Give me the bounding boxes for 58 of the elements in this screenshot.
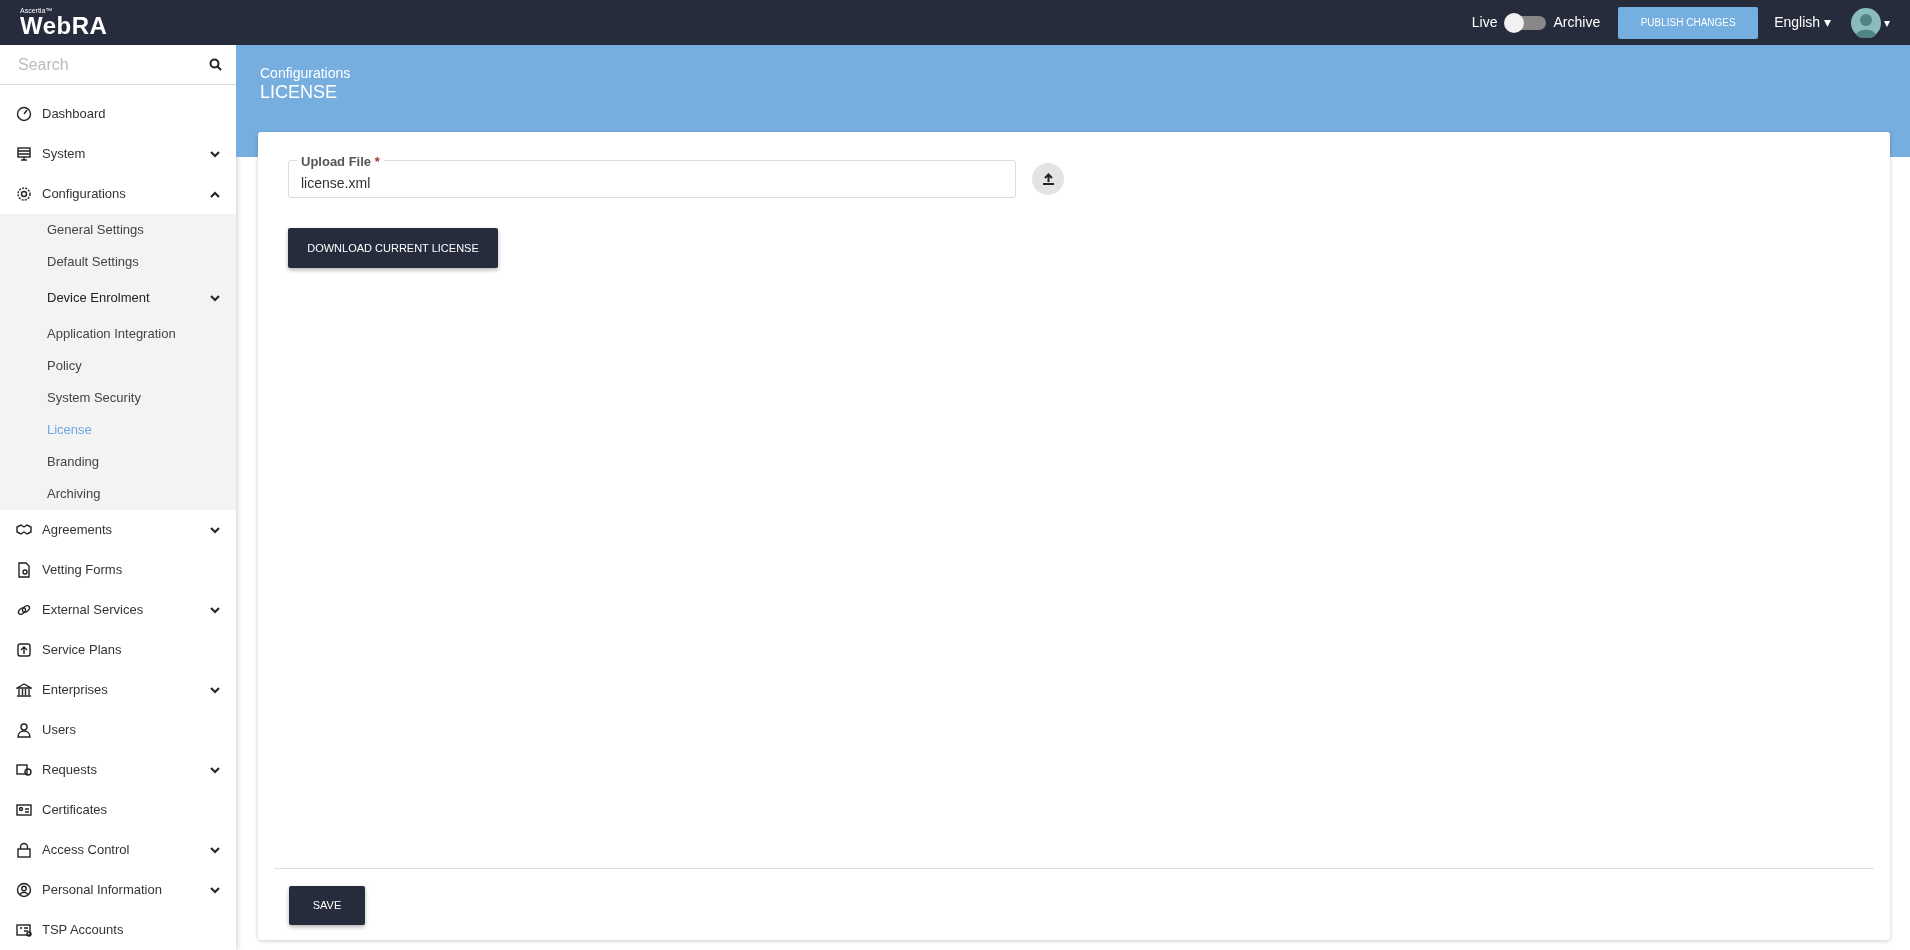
sidebar-item[interactable]: Configurations — [0, 174, 236, 214]
sidebar-item[interactable]: Personal Information — [0, 870, 236, 910]
sidebar-item[interactable]: External Services — [0, 590, 236, 630]
sidebar-item[interactable]: Users — [0, 710, 236, 750]
chevron-down-icon[interactable] — [210, 846, 220, 854]
chevron-down-icon[interactable] — [210, 886, 220, 894]
sidebar-item[interactable]: Access Control — [0, 830, 236, 870]
link-icon — [16, 602, 32, 618]
chevron-down-icon[interactable] — [210, 294, 220, 302]
submenu-item[interactable]: Default Settings — [0, 246, 236, 278]
submenu-item[interactable]: Archiving — [0, 478, 236, 510]
chevron-down-icon[interactable] — [210, 526, 220, 534]
archive-switch[interactable] — [1505, 15, 1546, 30]
submenu-item[interactable]: System Security — [0, 382, 236, 414]
sidebar-item[interactable]: Requests — [0, 750, 236, 790]
user-icon — [16, 722, 32, 738]
sidebar-item[interactable]: Service Plans — [0, 630, 236, 670]
chevron-down-icon[interactable] — [210, 606, 220, 614]
upload-button[interactable] — [1032, 163, 1064, 195]
switch-label: Archive — [1553, 13, 1601, 32]
gear-icon — [16, 186, 32, 202]
language-dropdown[interactable]: English ▾ — [1774, 12, 1831, 33]
document-search-icon — [16, 562, 32, 578]
chevron-up-icon[interactable] — [210, 190, 220, 198]
sidebar-item[interactable]: Agreements — [0, 510, 236, 550]
request-card-icon — [16, 762, 32, 778]
sidebar-item[interactable]: System — [0, 134, 236, 174]
sidebar-item[interactable]: Enterprises — [0, 670, 236, 710]
submenu-item[interactable]: Policy — [0, 350, 236, 382]
server-icon — [16, 146, 32, 162]
avatar[interactable] — [1851, 7, 1881, 38]
sidebar-item[interactable]: TSP Accounts — [0, 910, 236, 950]
submenu-item[interactable]: Application Integration — [0, 318, 236, 350]
upload-box-icon — [16, 642, 32, 658]
certificate-icon — [16, 802, 32, 818]
chevron-down-icon[interactable] — [210, 766, 220, 774]
sidebar-item[interactable]: Vetting Forms — [0, 550, 236, 590]
gauge-icon — [16, 106, 32, 122]
account-card-icon — [16, 922, 32, 938]
submenu-item[interactable]: Branding — [0, 446, 236, 478]
bank-icon — [16, 682, 32, 698]
person-circle-icon — [16, 882, 32, 898]
upload-icon — [1041, 172, 1055, 186]
breadcrumb: Configurations — [260, 65, 352, 82]
page-title: LICENSE — [260, 81, 339, 104]
lock-icon — [16, 842, 32, 858]
logo: WebRA — [20, 14, 108, 38]
sidebar-item[interactable]: Certificates — [0, 790, 236, 830]
chevron-down-icon[interactable] — [210, 150, 220, 158]
search-icon[interactable] — [209, 58, 222, 71]
download-license-button[interactable]: DOWNLOAD CURRENT LICENSE — [288, 228, 498, 268]
chevron-down-icon[interactable] — [210, 686, 220, 694]
sidebar-item[interactable]: Dashboard — [0, 94, 236, 134]
submenu-item[interactable]: Device Enrolment — [0, 278, 236, 318]
caret-icon[interactable]: ▾ — [1884, 13, 1890, 32]
switch-label: Live — [1471, 13, 1498, 32]
save-button[interactable]: SAVE — [289, 886, 365, 925]
submenu-item[interactable]: General Settings — [0, 214, 236, 246]
